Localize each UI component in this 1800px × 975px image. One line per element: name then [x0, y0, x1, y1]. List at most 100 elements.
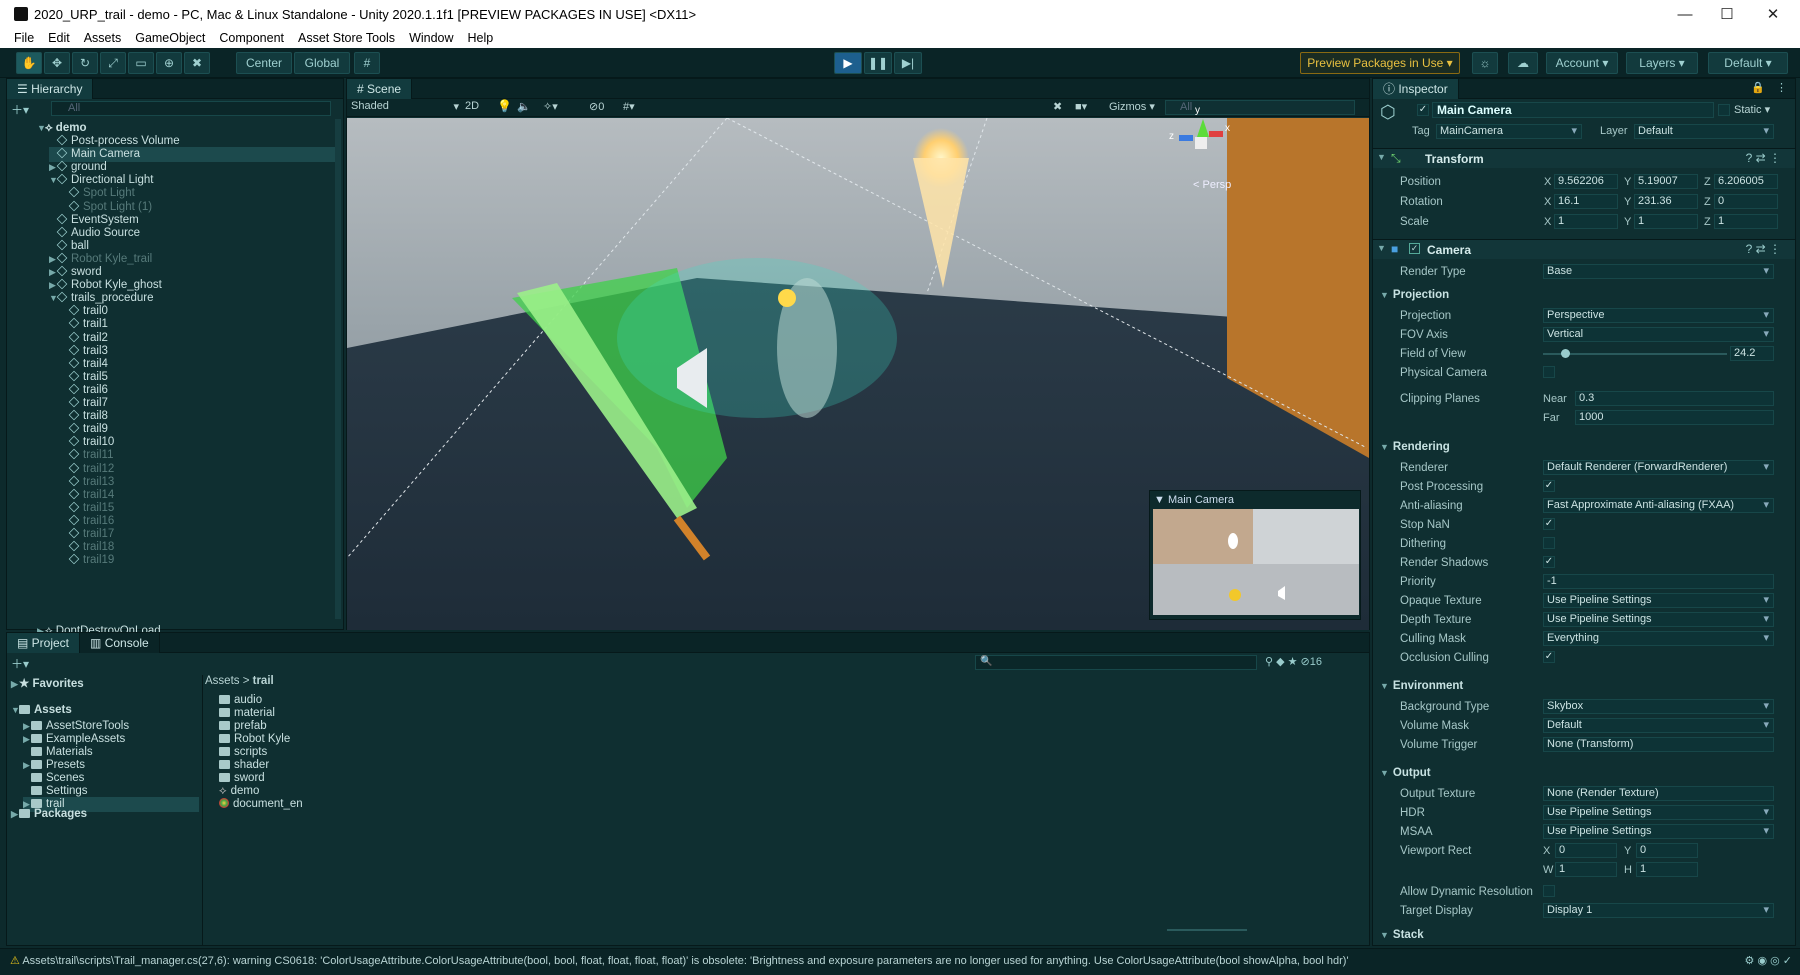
camera-enabled-checkbox[interactable]: ✓ [1409, 243, 1420, 254]
projection-section-header[interactable]: ▼ Projection [1380, 289, 1449, 301]
active-checkbox[interactable]: ✓ [1417, 104, 1429, 116]
render-type-dropdown[interactable]: Base [1543, 264, 1774, 279]
post-processing-checkbox[interactable]: ✓ [1543, 480, 1555, 492]
camera-settings-icon[interactable]: ■▾ [1075, 100, 1087, 113]
project-filter-icons[interactable]: ⚲ ◆ ★ ⊘16 [1265, 655, 1322, 668]
viewport-y-field[interactable]: 0 [1636, 843, 1698, 858]
maximize-button[interactable]: ☐ [1704, 0, 1750, 28]
occlusion-culling-checkbox[interactable]: ✓ [1543, 651, 1555, 663]
priority-field[interactable]: -1 [1543, 574, 1774, 589]
anti-aliasing-dropdown[interactable]: Fast Approximate Anti-aliasing (FXAA) [1543, 498, 1774, 513]
cloud-icon[interactable]: ☁ [1508, 52, 1538, 74]
object-name-field[interactable]: Main Camera [1432, 102, 1714, 118]
near-field[interactable]: 0.3 [1575, 391, 1774, 406]
pivot-global-toggle[interactable]: Global [294, 52, 350, 74]
fov-slider-thumb[interactable] [1561, 349, 1571, 358]
shading-mode-dropdown[interactable]: Shaded ▾ [351, 100, 459, 115]
lighting-toggle-icon[interactable]: 💡 [497, 99, 512, 113]
rotate-tool-icon[interactable]: ↻ [72, 52, 98, 74]
play-button[interactable]: ▶ [834, 52, 862, 74]
layers-dropdown[interactable]: Layers ▾ [1626, 52, 1698, 74]
dithering-checkbox[interactable] [1543, 537, 1555, 549]
hand-tool-icon[interactable]: ✋ [16, 52, 42, 74]
scene-orientation-gizmo[interactable]: y x z [1167, 105, 1231, 169]
menu-file[interactable]: File [14, 31, 34, 45]
step-button[interactable]: ▶| [894, 52, 922, 74]
packages-node[interactable]: ▶ Packages [11, 807, 87, 822]
account-dropdown[interactable]: Account ▾ [1546, 52, 1618, 74]
static-checkbox[interactable] [1718, 104, 1730, 116]
transform-help-icon[interactable]: ? ⇄ ⋮ [1746, 151, 1781, 165]
viewport-x-field[interactable]: 0 [1555, 843, 1617, 858]
volume-trigger-field[interactable]: None (Transform) [1543, 737, 1774, 752]
hierarchy-search-input[interactable]: All [51, 101, 331, 116]
preview-packages-dropdown[interactable]: Preview Packages in Use ▾ [1300, 52, 1460, 74]
viewport-w-field[interactable]: 1 [1555, 862, 1617, 877]
icon-size-slider[interactable] [1167, 929, 1247, 931]
stack-section-header[interactable]: ▼ Stack [1380, 929, 1424, 941]
create-plus-icon[interactable]: ＋▾ [11, 101, 29, 118]
fov-value-field[interactable]: 24.2 [1730, 346, 1774, 361]
effects-dropdown-icon[interactable]: ✧▾ [543, 100, 558, 113]
menu-asset-store-tools[interactable]: Asset Store Tools [298, 31, 395, 45]
viewport-h-field[interactable]: 1 [1636, 862, 1698, 877]
close-button[interactable]: ✕ [1750, 0, 1796, 28]
asset-file-item[interactable]: document_en [219, 797, 303, 812]
transform-rotation-y-field[interactable]: 231.36 [1634, 194, 1698, 209]
transform-scale-y-field[interactable]: 1 [1634, 214, 1698, 229]
transform-position-z-field[interactable]: 6.206005 [1714, 174, 1778, 189]
lock-icon[interactable]: 🔒 [1751, 81, 1765, 94]
project-create-plus-icon[interactable]: ＋▾ [11, 655, 29, 672]
transform-header[interactable]: ▼ ⤡ Transform ? ⇄ ⋮ [1373, 148, 1795, 168]
msaa-dropdown[interactable]: Use Pipeline Settings [1543, 824, 1774, 839]
collab-icon[interactable]: ☼ [1472, 52, 1498, 74]
projection-dropdown[interactable]: Perspective [1543, 308, 1774, 323]
grid-snap-icon[interactable]: # [354, 52, 380, 74]
move-tool-icon[interactable]: ✥ [44, 52, 70, 74]
dynamic-resolution-checkbox[interactable] [1543, 885, 1555, 897]
menu-assets[interactable]: Assets [84, 31, 122, 45]
rect-tool-icon[interactable]: ▭ [128, 52, 154, 74]
breadcrumb-assets[interactable]: Assets [205, 675, 240, 687]
favorites-node[interactable]: ▶★ Favorites [11, 677, 84, 692]
tab-inspector[interactable]: ⓘ Inspector [1373, 79, 1459, 99]
hierarchy-scrollbar[interactable] [335, 119, 341, 619]
menu-gameobject[interactable]: GameObject [135, 31, 205, 45]
menu-component[interactable]: Component [219, 31, 284, 45]
pivot-center-toggle[interactable]: Center [236, 52, 292, 74]
volume-mask-dropdown[interactable]: Default [1543, 718, 1774, 733]
scale-tool-icon[interactable]: ⤢ [100, 52, 126, 74]
tag-dropdown[interactable]: MainCamera [1436, 124, 1582, 139]
stop-nan-checkbox[interactable]: ✓ [1543, 518, 1555, 530]
camera-header[interactable]: ▼ ■ ✓ Camera ? ⇄ ⋮ [1373, 239, 1795, 259]
background-type-dropdown[interactable]: Skybox [1543, 699, 1774, 714]
transform-rotation-x-field[interactable]: 16.1 [1554, 194, 1618, 209]
fov-slider-track[interactable] [1543, 353, 1727, 355]
menu-window[interactable]: Window [409, 31, 453, 45]
transform-rotation-z-field[interactable]: 0 [1714, 194, 1778, 209]
pause-button[interactable]: ❚❚ [864, 52, 892, 74]
far-field[interactable]: 1000 [1575, 410, 1774, 425]
project-search-input[interactable]: 🔍 [975, 655, 1257, 670]
render-shadows-checkbox[interactable]: ✓ [1543, 556, 1555, 568]
depth-texture-dropdown[interactable]: Use Pipeline Settings [1543, 612, 1774, 627]
menu-help[interactable]: Help [468, 31, 494, 45]
assets-node[interactable]: ▼ Assets [11, 703, 72, 718]
minimize-button[interactable]: — [1662, 0, 1708, 28]
camera-help-icon[interactable]: ? ⇄ ⋮ [1746, 242, 1781, 256]
tree-arrow-icon[interactable]: ▼ [49, 291, 58, 306]
audio-toggle-icon[interactable]: 🔈 [517, 100, 531, 113]
tree-arrow-icon[interactable]: ▼ [49, 173, 58, 188]
culling-mask-dropdown[interactable]: Everything [1543, 631, 1774, 646]
layer-dropdown[interactable]: Default [1634, 124, 1774, 139]
output-texture-field[interactable]: None (Render Texture) [1543, 786, 1774, 801]
tab-console[interactable]: ▥ Console [80, 632, 160, 653]
status-bar[interactable]: ⚠ Assets\trail\scripts\Trail_manager.cs(… [0, 948, 1800, 975]
layout-dropdown[interactable]: Default ▾ [1708, 52, 1788, 74]
hierarchy-item[interactable]: trail19 [61, 553, 114, 568]
persp-label[interactable]: < Persp [1193, 179, 1231, 191]
breadcrumb-trail[interactable]: trail [253, 675, 274, 687]
tab-hierarchy[interactable]: ☰ Hierarchy [7, 78, 94, 99]
custom-tool-icon[interactable]: ✖ [184, 52, 210, 74]
transform-scale-z-field[interactable]: 1 [1714, 214, 1778, 229]
